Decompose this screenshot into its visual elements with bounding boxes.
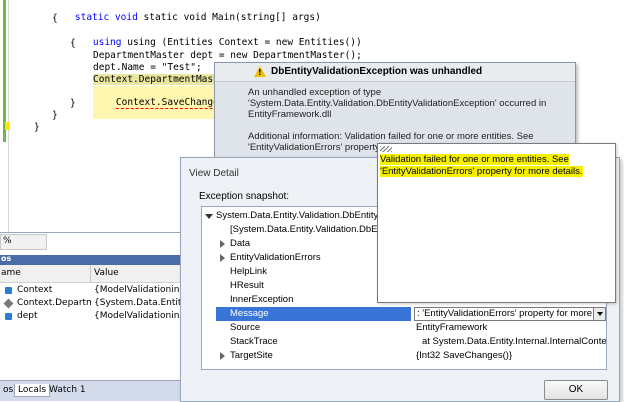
exception-header: ! DbEntityValidationException was unhand… — [215, 63, 575, 82]
code-line-9: } — [70, 98, 76, 109]
execution-arrow-icon — [5, 122, 10, 130]
tree-row-selected[interactable]: Message : 'EntityValidationErrors' prope… — [202, 307, 606, 321]
ok-button[interactable]: OK — [544, 380, 608, 400]
expand-icon[interactable] — [220, 352, 225, 360]
dialog-title: View Detail — [189, 168, 239, 179]
warning-icon: ! — [254, 66, 266, 77]
change-indicator-bar — [3, 0, 6, 142]
popup-text-line-2: 'EntityValidationErrors' property for mo… — [380, 166, 583, 177]
locals-window: % os ame Value Context {ModelValidationi… — [0, 232, 186, 401]
variable-icon — [5, 313, 12, 320]
tree-row[interactable]: TargetSite {Int32 SaveChanges()} — [202, 349, 606, 363]
exception-title: DbEntityValidationException was unhandle… — [271, 66, 483, 77]
message-dropdown-button[interactable] — [593, 307, 606, 321]
locals-title-bar: os — [0, 254, 186, 265]
variable-icon — [5, 287, 12, 294]
debug-tab-strip: os Locals Watch 1 — [0, 380, 186, 401]
code-line-10: } — [52, 110, 58, 121]
popup-text-line-1: Validation failed for one or more entiti… — [380, 154, 569, 165]
locals-row[interactable]: dept {ModelValidationinEF( — [0, 310, 186, 323]
code-line-4: { — [70, 38, 76, 49]
exception-snapshot-label: Exception snapshot: — [199, 191, 290, 202]
property-wrench-icon — [3, 298, 14, 309]
editor-margin — [8, 0, 9, 232]
tree-row[interactable]: StackTrace at System.Data.Entity.Interna… — [202, 335, 606, 349]
locals-column-header: ame Value — [0, 265, 186, 283]
tab-watch-1[interactable]: Watch 1 — [46, 384, 89, 396]
expand-icon[interactable] — [220, 254, 225, 262]
locals-row[interactable]: Context.Departmer {System.Data.Entity.Db — [0, 297, 186, 310]
message-popup-textarea[interactable]: Validation failed for one or more entiti… — [377, 143, 616, 303]
tab-locals[interactable]: Locals — [14, 384, 51, 397]
collapse-icon[interactable] — [205, 214, 213, 219]
code-line-5: DepartmentMaster dept = new DepartmentMa… — [93, 50, 362, 61]
code-line-11: } — [34, 122, 40, 133]
column-value-header[interactable]: Value — [94, 268, 119, 278]
locals-row[interactable]: Context {ModelValidationinEF( — [0, 284, 186, 297]
column-name-header[interactable]: ame — [1, 268, 21, 278]
code-line-6: dept.Name = "Test"; — [93, 62, 202, 73]
code-line-2: { — [52, 13, 58, 24]
tree-row[interactable]: Source EntityFramework — [202, 321, 606, 335]
expand-icon[interactable] — [220, 240, 225, 248]
resize-grip-icon[interactable] — [380, 146, 392, 152]
zoom-dropdown[interactable]: % — [0, 234, 47, 250]
